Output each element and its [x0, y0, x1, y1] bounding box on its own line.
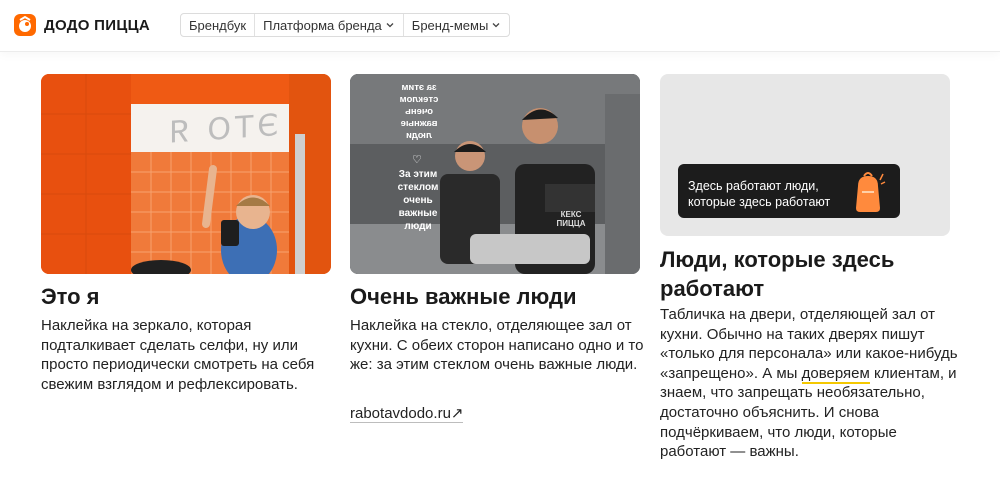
door-sign: Здесь работают люди, которые здесь работ… [678, 164, 900, 218]
heart-icon: ♡ [412, 154, 422, 166]
nav-brandbook[interactable]: Брендбук [181, 14, 254, 36]
door-sign-photo: Здесь работают люди, которые здесь работ… [660, 74, 950, 236]
card-title: Люди, которые здесь работают [660, 247, 895, 301]
top-bar: ДОДО ПИЦЦА Брендбук Платформа бренда Бре… [0, 0, 1000, 52]
backpack-icon [856, 172, 886, 212]
top-nav: Брендбук Платформа бренда Бренд-мемы [180, 13, 511, 37]
card-description: Наклейка на стекло, отделяющее зал от ку… [350, 317, 644, 374]
nav-brand-memes[interactable]: Бренд-мемы [402, 14, 510, 36]
nav-label: Платформа бренда [263, 17, 382, 33]
glass-text: За этим стеклом очень важные люди [397, 169, 439, 232]
brand-name: ДОДО ПИЦЦА [44, 16, 150, 34]
door-sign-text: Здесь работают люди, которые здесь работ… [688, 179, 831, 209]
chevron-down-icon [386, 23, 394, 28]
nav-brand-platform[interactable]: Платформа бренда [254, 14, 403, 36]
logo[interactable]: ДОДО ПИЦЦА [14, 13, 150, 37]
nav-label: Бренд-мемы [411, 17, 489, 33]
card-title: Это я [41, 284, 100, 309]
apron-text: КЕКС ПИЦЦА [556, 210, 586, 228]
nav-label: Брендбук [189, 17, 247, 33]
card-title: Очень важные люди [350, 284, 577, 309]
rabotavdodo-link[interactable]: rabotavdodo.ru↗ [350, 404, 464, 423]
glass-mirrored-text: за этим стеклом очень важные люди [399, 82, 439, 141]
trust-link[interactable]: доверяем [801, 364, 870, 384]
chevron-down-icon [492, 23, 500, 28]
card-description: Табличка на двери, отделяющей зал от кух… [660, 305, 958, 462]
card-description: Наклейка на зеркало, которая подталкивае… [41, 317, 315, 393]
mirror-sticker-photo [41, 74, 331, 274]
dodo-logo-icon [14, 14, 36, 36]
